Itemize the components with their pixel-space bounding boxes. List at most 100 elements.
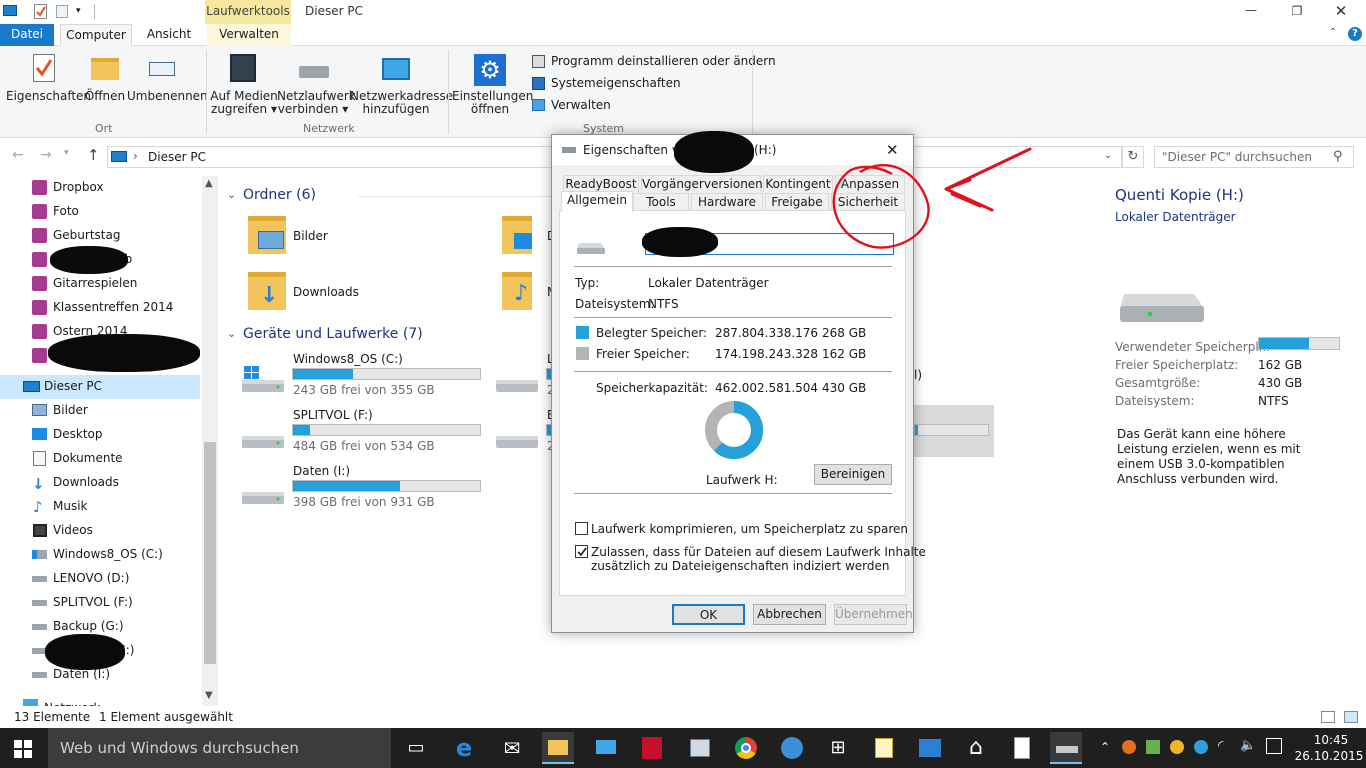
clock-time[interactable]: 10:45 xyxy=(1308,733,1354,747)
index-label-line1[interactable]: Zulassen, dass für Dateien auf diesem La… xyxy=(591,545,926,559)
minimize-button[interactable]: — xyxy=(1236,0,1266,24)
tab-allgemein[interactable]: Allgemein xyxy=(561,191,633,212)
nav-item-klassentreffen[interactable]: Klassentreffen 2014 xyxy=(0,296,200,320)
recent-locations-icon[interactable]: ▾ xyxy=(64,148,74,162)
folders-section-header[interactable]: Ordner (6) xyxy=(243,187,316,203)
breadcrumb-current[interactable]: Dieser PC xyxy=(148,150,206,164)
help-icon[interactable]: ? xyxy=(1348,27,1362,41)
mail-icon[interactable]: ✉ xyxy=(496,732,528,764)
compress-label[interactable]: Laufwerk komprimieren, um Speicherplatz … xyxy=(591,522,908,536)
dialog-title-right: (H:) xyxy=(754,143,777,157)
clock-date[interactable]: 26.10.2015 xyxy=(1292,749,1366,763)
folder-app-icon[interactable] xyxy=(868,732,900,764)
cancel-button[interactable]: Abbrechen xyxy=(753,604,826,625)
nav-item-dropbox[interactable]: Dropbox xyxy=(0,176,200,200)
nav-item-videos[interactable]: Videos xyxy=(0,519,200,543)
tray-overflow-icon[interactable]: ⌃ xyxy=(1100,740,1110,754)
folder-label-bilder[interactable]: Bilder xyxy=(293,229,328,243)
tray-app-icon[interactable] xyxy=(1146,740,1160,754)
drive-name-c[interactable]: Windows8_OS (C:) xyxy=(293,352,403,366)
address-dropdown-icon[interactable]: ⌄ xyxy=(1104,150,1112,161)
search-icon[interactable]: ⚲ xyxy=(1333,149,1343,164)
index-checkbox[interactable] xyxy=(575,545,588,558)
search-placeholder: "Dieser PC" durchsuchen xyxy=(1162,150,1312,164)
task-view-icon[interactable]: ▭ xyxy=(400,732,432,764)
drive-name-f[interactable]: SPLITVOL (F:) xyxy=(293,408,373,422)
large-icons-view-icon[interactable] xyxy=(1344,711,1358,723)
chrome-icon[interactable] xyxy=(730,732,762,764)
outlook-icon[interactable] xyxy=(914,732,946,764)
drive-free-i: 398 GB frei von 931 GB xyxy=(293,495,435,509)
nav-item-dokumente[interactable]: Dokumente xyxy=(0,447,200,471)
compress-checkbox[interactable] xyxy=(575,522,588,535)
tray-app-icon[interactable] xyxy=(1170,740,1184,754)
tab-tools[interactable]: Tools xyxy=(633,193,689,211)
customize-quick-access-icon[interactable]: ▾ xyxy=(76,6,86,16)
up-arrow-icon[interactable]: ↑ xyxy=(87,146,103,164)
edge-browser-icon[interactable]: e xyxy=(448,732,480,764)
nav-item-desktop[interactable]: Desktop xyxy=(0,423,200,447)
volume-icon[interactable]: 🔈 xyxy=(1240,738,1256,753)
cleanup-button[interactable]: Bereinigen xyxy=(814,464,892,485)
collapse-chevron-icon[interactable]: ⌄ xyxy=(227,327,236,340)
file-explorer-icon[interactable] xyxy=(542,732,574,764)
ok-button[interactable]: OK xyxy=(672,604,745,625)
scroll-thumb[interactable] xyxy=(204,442,216,664)
search-input[interactable]: "Dieser PC" durchsuchen ⚲ xyxy=(1154,146,1354,168)
drive-name-partial-h[interactable]: l) xyxy=(914,368,922,382)
remote-app-icon[interactable] xyxy=(684,732,716,764)
tray-app-icon[interactable] xyxy=(1122,740,1136,754)
collapse-chevron-icon[interactable]: ⌄ xyxy=(227,188,236,201)
nav-item-gitarrespielen[interactable]: Gitarrespielen xyxy=(0,272,200,296)
calculator-icon[interactable] xyxy=(1006,732,1038,764)
nav-item-drive-c[interactable]: Windows8_OS (C:) xyxy=(0,543,200,567)
nav-scrollbar[interactable]: ▲ ▼ xyxy=(202,176,218,706)
tray-app-icon[interactable] xyxy=(1194,740,1208,754)
tab-computer[interactable]: Computer xyxy=(60,24,132,47)
folder-icon xyxy=(32,252,47,267)
ribbon-expand-icon[interactable]: ⌃ xyxy=(1326,27,1340,41)
index-label-line2[interactable]: zusätzlich zu Dateieigenschaften indizie… xyxy=(591,559,889,573)
tab-hardware[interactable]: Hardware xyxy=(691,193,763,211)
refresh-icon[interactable]: ↻ xyxy=(1122,146,1144,168)
tab-ansicht[interactable]: Ansicht xyxy=(140,24,198,46)
wifi-icon[interactable]: ◜ xyxy=(1218,738,1223,754)
scroll-down-arrow-icon[interactable]: ▼ xyxy=(205,690,213,701)
nav-item-drive-f[interactable]: SPLITVOL (F:) xyxy=(0,591,200,615)
properties-quick-icon[interactable] xyxy=(34,4,47,19)
nav-item-geburtstag[interactable]: Geburtstag xyxy=(0,224,200,248)
tab-vorgaengerversionen[interactable]: Vorgängerversionen xyxy=(641,175,763,193)
windows-start-icon[interactable] xyxy=(14,740,32,758)
nav-item-musik[interactable]: ♪ Musik xyxy=(0,495,200,519)
nav-item-this-pc[interactable]: Dieser PC xyxy=(0,375,200,399)
nav-item-network[interactable]: Netzwerk xyxy=(0,693,200,706)
nav-item-foto[interactable]: Foto xyxy=(0,200,200,224)
computer-icon xyxy=(23,381,40,392)
breadcrumb-chevron-icon[interactable]: › xyxy=(133,149,138,163)
back-arrow-icon[interactable]: ← xyxy=(12,147,28,163)
nav-item-bilder[interactable]: Bilder xyxy=(0,399,200,423)
taskbar-search-box[interactable]: Web und Windows durchsuchen xyxy=(48,728,391,768)
drives-section-header[interactable]: Geräte und Laufwerke (7) xyxy=(243,326,423,342)
nav-item-downloads[interactable]: ↓ Downloads xyxy=(0,471,200,495)
windows-drive-icon xyxy=(32,550,47,559)
drive-name-i[interactable]: Daten (I:) xyxy=(293,464,350,478)
scroll-up-arrow-icon[interactable]: ▲ xyxy=(205,178,213,189)
home-icon[interactable]: ⌂ xyxy=(960,732,992,764)
store-icon[interactable]: ⊞ xyxy=(822,732,854,764)
drive-taskbar-icon[interactable] xyxy=(1050,732,1082,764)
tab-verwalten[interactable]: Verwalten xyxy=(207,24,291,46)
acrobat-icon[interactable] xyxy=(636,732,668,764)
maximize-button[interactable]: ❐ xyxy=(1282,0,1312,24)
close-button[interactable]: ✕ xyxy=(1326,0,1356,24)
nav-item-drive-d[interactable]: LENOVO (D:) xyxy=(0,567,200,591)
forward-arrow-icon[interactable]: → xyxy=(40,147,56,163)
free-space-bytes: 174.198.243.328 xyxy=(715,347,819,361)
network-app-icon[interactable] xyxy=(590,732,622,764)
details-view-icon[interactable] xyxy=(1321,711,1335,723)
notifications-icon[interactable] xyxy=(1266,738,1282,754)
thunderbird-icon[interactable] xyxy=(776,732,808,764)
tab-datei[interactable]: Datei xyxy=(0,24,54,46)
folder-label-downloads[interactable]: Downloads xyxy=(293,285,359,299)
new-folder-quick-icon[interactable] xyxy=(56,5,68,18)
